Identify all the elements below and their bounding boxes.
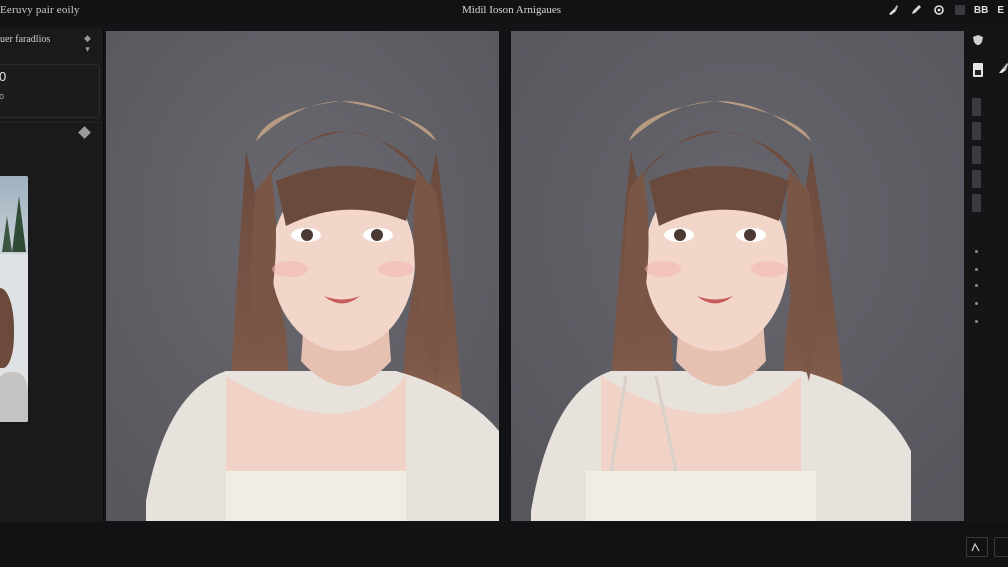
shield-icon[interactable] — [972, 34, 984, 49]
scroll-dot[interactable] — [975, 284, 978, 287]
app-title: Eeruvy pair eoily — [0, 4, 80, 16]
thumbnail-tree — [2, 216, 12, 252]
pencil-icon[interactable] — [909, 3, 923, 17]
thumbnail-shirt — [0, 372, 28, 422]
canvas-left[interactable] — [106, 31, 499, 521]
square-icon[interactable] — [954, 5, 965, 15]
canvas-right[interactable] — [511, 31, 964, 521]
property-card[interactable]: 0 o — [0, 64, 100, 118]
panel-slot[interactable] — [972, 194, 981, 212]
scroll-dot[interactable] — [975, 250, 978, 253]
thumbnail-image[interactable] — [0, 176, 28, 422]
canvas-divider[interactable] — [500, 31, 510, 521]
top-bar: Eeruvy pair eoily Midil Ioson Arnigaues … — [0, 0, 1008, 24]
thumbnail-tree — [12, 196, 26, 252]
chart-icon[interactable] — [966, 537, 988, 557]
panel-slot[interactable] — [972, 170, 981, 188]
bottom-bar — [0, 522, 1008, 567]
property-sub: o — [0, 91, 5, 101]
panel-slot[interactable] — [972, 122, 981, 140]
brush-icon[interactable] — [998, 62, 1008, 77]
panel-slot[interactable] — [972, 146, 981, 164]
portrait-image — [511, 31, 964, 521]
layer-icon[interactable] — [972, 62, 984, 81]
toolbar-corner-label[interactable]: E — [997, 5, 1004, 16]
toolbar-icons: BB E — [886, 3, 1004, 17]
panel-slot[interactable] — [972, 98, 981, 116]
toolbar-label[interactable]: BB — [974, 5, 988, 16]
chevron-down-icon[interactable]: ▾ — [85, 45, 90, 54]
document-title: Midil Ioson Arnigaues — [462, 4, 561, 16]
left-panel: uer faradlios ◆ ▾ 0 o — [0, 28, 104, 522]
circle-icon[interactable] — [932, 3, 946, 17]
scroll-dot[interactable] — [975, 302, 978, 305]
scroll-dot[interactable] — [975, 268, 978, 271]
right-bar — [964, 28, 1008, 522]
left-panel-tools: ◆ ▾ — [84, 34, 91, 54]
portrait-image — [106, 31, 499, 521]
left-panel-header: uer faradlios — [0, 34, 51, 45]
property-value: 0 — [0, 69, 7, 84]
scroll-dot[interactable] — [975, 320, 978, 323]
square-icon[interactable] — [994, 537, 1008, 557]
diamond-icon[interactable]: ◆ — [84, 34, 91, 43]
brush-icon[interactable] — [886, 3, 900, 17]
